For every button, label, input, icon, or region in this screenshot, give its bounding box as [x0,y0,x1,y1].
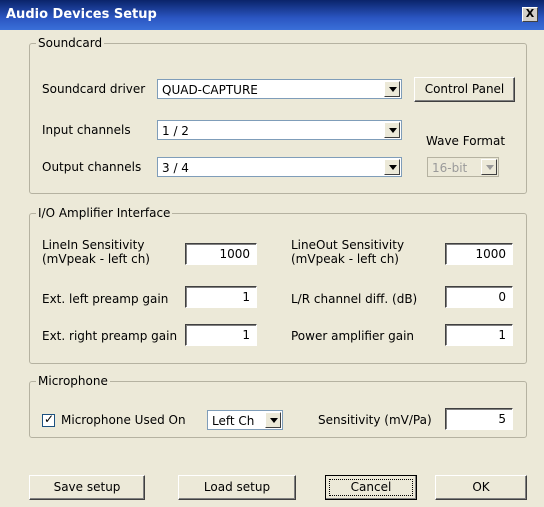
microphone-used-checkbox[interactable] [42,412,55,427]
microphone-channel-select[interactable]: Left Ch [207,410,283,430]
chevron-down-icon[interactable] [384,159,400,175]
lineout-sensitivity-input[interactable]: 1000 [445,243,513,265]
right-preamp-gain-label: Ext. right preamp gain [42,329,178,343]
microphone-legend: Microphone [38,374,108,388]
microphone-sensitivity-input[interactable]: 5 [445,408,513,430]
ok-button[interactable]: OK [435,475,527,500]
lr-channel-diff-label: L/R channel diff. (dB) [291,292,418,306]
linein-sensitivity-label: LineIn Sensitivity [42,238,145,252]
microphone-sensitivity-label: Sensitivity (mV/Pa) [318,413,432,427]
lr-channel-diff-input[interactable]: 0 [445,286,513,308]
wave-format-value: 16-bit [432,161,468,175]
microphone-channel-value: Left Ch [212,414,255,428]
soundcard-driver-label: Soundcard driver [42,82,146,96]
output-channels-label: Output channels [42,160,142,174]
soundcard-driver-select[interactable]: QUAD-CAPTURE [157,79,402,99]
right-preamp-gain-input[interactable]: 1 [185,324,257,346]
wave-format-label: Wave Format [426,134,506,148]
input-channels-label: Input channels [42,123,131,137]
output-channels-select[interactable]: 3 / 4 [157,157,402,177]
io-amplifier-legend: I/O Amplifier Interface [38,206,171,220]
left-preamp-gain-label: Ext. left preamp gain [42,292,169,306]
chevron-down-icon[interactable] [265,412,281,428]
left-preamp-gain-input[interactable]: 1 [185,286,257,308]
chevron-down-icon[interactable] [481,159,497,175]
window-title: Audio Devices Setup [6,7,157,22]
cancel-button[interactable]: Cancel [325,475,417,500]
close-button[interactable]: X [522,7,538,22]
linein-sensitivity-input[interactable]: 1000 [185,243,257,265]
input-channels-select[interactable]: 1 / 2 [157,120,402,140]
microphone-used-label: Microphone Used On [61,413,186,427]
power-amplifier-gain-input[interactable]: 1 [445,324,513,346]
lineout-sensitivity-sublabel: (mVpeak - left ch) [291,252,399,266]
soundcard-legend: Soundcard [38,36,103,50]
wave-format-select[interactable]: 16-bit [427,157,499,177]
linein-sensitivity-sublabel: (mVpeak - left ch) [42,252,150,266]
lineout-sensitivity-label: LineOut Sensitivity [291,238,405,252]
output-channels-value: 3 / 4 [162,161,189,175]
power-amplifier-gain-label: Power amplifier gain [291,329,415,343]
control-panel-button[interactable]: Control Panel [414,77,515,102]
soundcard-driver-value: QUAD-CAPTURE [162,83,258,97]
input-channels-value: 1 / 2 [162,124,189,138]
cancel-button-label: Cancel [350,480,392,494]
title-bar: Audio Devices Setup X [0,0,544,30]
audio-devices-setup-dialog: Audio Devices Setup X Soundcard Soundcar… [0,0,544,507]
chevron-down-icon[interactable] [384,81,400,97]
save-setup-button[interactable]: Save setup [29,475,145,500]
chevron-down-icon[interactable] [384,122,400,138]
load-setup-button[interactable]: Load setup [178,475,296,500]
